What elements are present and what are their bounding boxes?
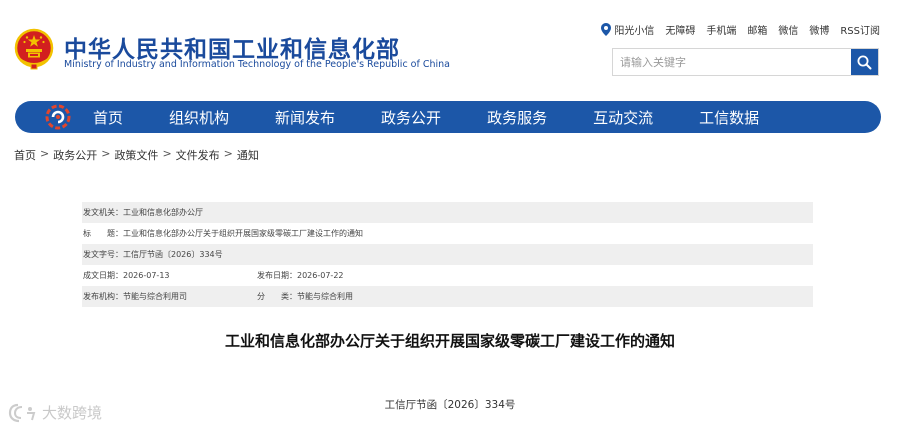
ministry-logo-icon[interactable] — [45, 104, 71, 130]
toplink-weibo[interactable]: 微博 — [809, 22, 829, 37]
breadcrumb: 首页 > 政务公开 > 政策文件 > 文件发布 > 通知 — [14, 147, 259, 163]
nav-news[interactable]: 新闻发布 — [275, 107, 335, 128]
info-row-title: 标 题： 工业和信息化部办公厅关于组织开展国家级零碳工厂建设工作的通知 — [82, 223, 813, 244]
info-row-doc-number: 发文字号： 工信厅节函〔2026〕334号 — [82, 244, 813, 265]
breadcrumb-file-release[interactable]: 文件发布 — [176, 147, 220, 163]
search-box — [612, 48, 879, 76]
article-title: 工业和信息化部办公厅关于组织开展国家级零碳工厂建设工作的通知 — [224, 332, 675, 350]
toplink-mobile[interactable]: 手机端 — [706, 22, 736, 37]
toplink-accessibility[interactable]: 无障碍 — [665, 22, 695, 37]
toplink-sunshine[interactable]: 阳光小信 — [601, 22, 654, 37]
nav-organization[interactable]: 组织机构 — [169, 107, 229, 128]
breadcrumb-separator: > — [162, 147, 172, 160]
search-button[interactable] — [851, 49, 878, 75]
site-title-english: Ministry of Industry and Information Tec… — [64, 59, 450, 70]
info-value: 节能与综合利用司 — [123, 292, 187, 301]
breadcrumb-separator: > — [101, 147, 111, 160]
breadcrumb-government-affairs[interactable]: 政务公开 — [53, 147, 97, 163]
nav-interaction[interactable]: 互动交流 — [593, 107, 653, 128]
info-label: 发文机关： — [83, 208, 123, 217]
breadcrumb-policy-files[interactable]: 政策文件 — [114, 147, 158, 163]
info-label: 标 题： — [83, 229, 123, 238]
info-value: 工业和信息化部办公厅关于组织开展国家级零碳工厂建设工作的通知 — [123, 229, 363, 238]
site-header: 中华人民共和国工业和信息化部 Ministry of Industry and … — [0, 0, 900, 96]
info-row-organization: 发布机构： 节能与综合利用司 分 类： 节能与综合利用 — [82, 286, 813, 307]
nav-data[interactable]: 工信数据 — [699, 107, 759, 128]
watermark-text: 大数跨境 — [42, 404, 103, 422]
article-doc-number: 工信厅节函〔2026〕334号 — [384, 399, 516, 411]
info-value: 2026-07-13 — [123, 271, 170, 280]
info-row-issuer: 发文机关： 工业和信息化部办公厅 — [82, 202, 813, 223]
info-value: 节能与综合利用 — [297, 292, 353, 301]
info-value: 2026-07-22 — [297, 271, 344, 280]
watermark-logo-icon — [8, 403, 36, 422]
info-label: 发文字号： — [83, 250, 123, 259]
nav-services[interactable]: 政务服务 — [487, 107, 547, 128]
location-pin-icon — [601, 23, 612, 36]
breadcrumb-separator: > — [223, 147, 233, 160]
breadcrumb-notice[interactable]: 通知 — [237, 147, 259, 163]
info-value: 工业和信息化部办公厅 — [123, 208, 203, 217]
breadcrumb-separator: > — [40, 147, 50, 160]
breadcrumb-home[interactable]: 首页 — [14, 147, 36, 163]
info-label: 分 类： — [257, 292, 297, 301]
toplink-mailbox[interactable]: 邮箱 — [747, 22, 767, 37]
nav-home[interactable]: 首页 — [93, 107, 123, 128]
toplink-rss[interactable]: RSS订阅 — [840, 22, 880, 37]
toplink-wechat[interactable]: 微信 — [778, 22, 798, 37]
info-label: 发布日期： — [257, 271, 297, 280]
search-icon — [857, 55, 872, 69]
info-label: 发布机构： — [83, 292, 123, 301]
document-info-table: 发文机关： 工业和信息化部办公厅 标 题： 工业和信息化部办公厅关于组织开展国家… — [82, 202, 813, 307]
top-links: 阳光小信 无障碍 手机端 邮箱 微信 微博 RSS订阅 — [601, 22, 880, 37]
main-nav: 首页 组织机构 新闻发布 政务公开 政务服务 互动交流 工信数据 — [15, 101, 881, 133]
toplink-label: 阳光小信 — [614, 26, 655, 37]
nav-government-affairs[interactable]: 政务公开 — [381, 107, 441, 128]
national-emblem-icon — [14, 28, 54, 70]
info-value: 工信厅节函〔2026〕334号 — [123, 250, 223, 259]
info-label: 成文日期： — [83, 271, 123, 280]
search-input[interactable] — [613, 49, 851, 75]
watermark: 大数跨境 — [8, 402, 102, 423]
info-row-dates: 成文日期： 2026-07-13 发布日期： 2026-07-22 — [82, 265, 813, 286]
